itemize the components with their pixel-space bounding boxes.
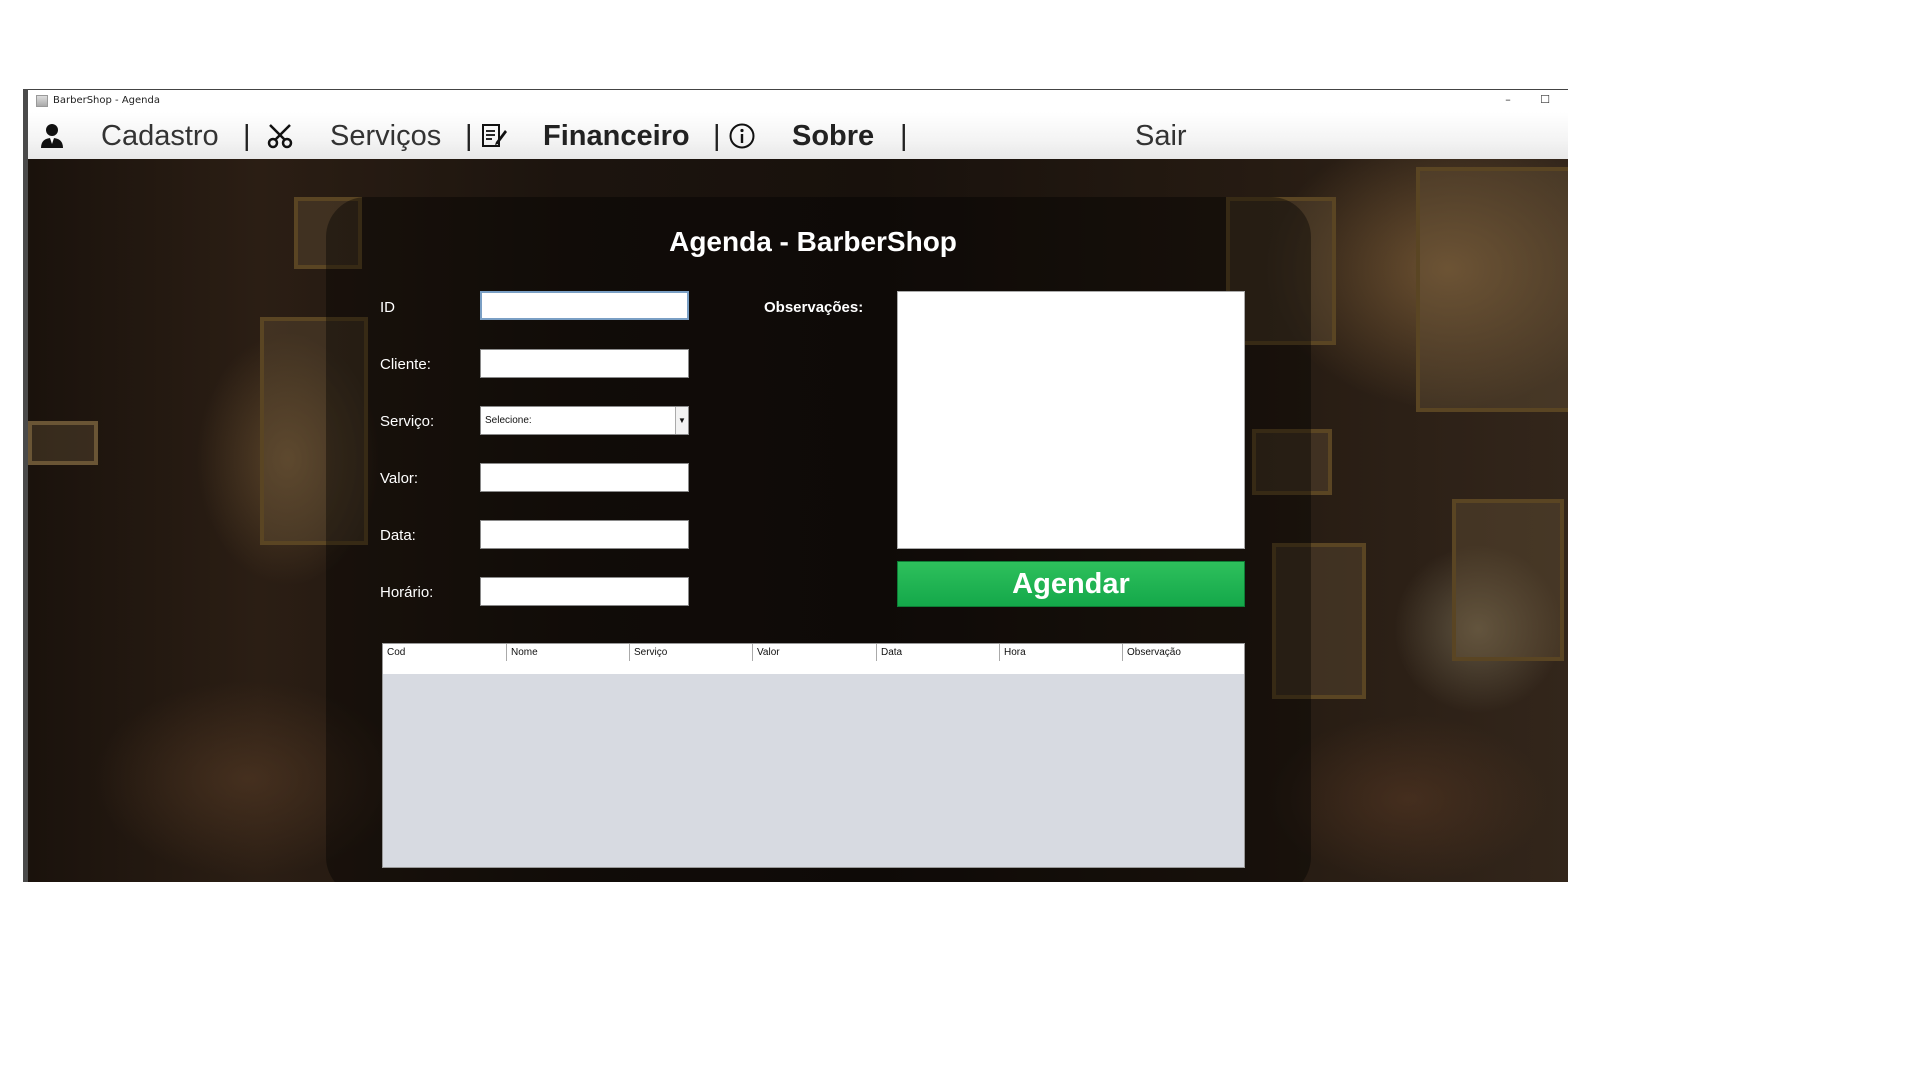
maximize-button[interactable]: ☐ [1532,93,1558,109]
scissors-icon[interactable] [266,122,294,150]
menu-separator: | [713,120,721,152]
picture-frame [1416,167,1568,412]
menu-separator: | [465,120,473,152]
info-icon[interactable] [728,122,756,150]
table-header: Cod Nome Serviço Valor Data Hora Observa… [383,644,1244,662]
data-label: Data: [380,527,416,544]
edit-document-icon[interactable] [480,122,508,150]
column-header-data[interactable]: Data [877,644,1000,661]
data-field[interactable] [480,520,689,549]
menu-financeiro[interactable]: Financeiro [543,120,690,153]
valor-label: Valor: [380,470,419,487]
cliente-field[interactable] [480,349,689,378]
id-label: ID [380,299,395,316]
minimize-button[interactable]: – [1495,93,1521,109]
menu-sair[interactable]: Sair [1135,120,1187,153]
servico-select[interactable]: Selecione: ▼ [480,406,689,435]
column-header-hora[interactable]: Hora [1000,644,1123,661]
picture-frame [1452,499,1564,661]
column-header-nome[interactable]: Nome [507,644,630,661]
app-icon [36,95,48,107]
column-header-valor[interactable]: Valor [753,644,877,661]
chevron-down-icon[interactable]: ▼ [675,407,688,434]
horario-label: Horário: [380,584,434,601]
horario-field[interactable] [480,577,689,606]
agenda-table[interactable]: Cod Nome Serviço Valor Data Hora Observa… [382,643,1245,868]
menu-sobre[interactable]: Sobre [792,120,874,153]
menu-separator: | [243,120,251,152]
column-header-cod[interactable]: Cod [383,644,507,661]
table-empty-row [383,661,1244,674]
menu-bar: Cadastro | Serviços | Financeiro | Sobre… [28,112,1568,160]
user-icon[interactable] [38,122,66,150]
valor-field[interactable] [480,463,689,492]
menu-cadastro[interactable]: Cadastro [101,120,219,153]
agendar-button[interactable]: Agendar [897,561,1245,607]
column-header-observacao[interactable]: Observação [1123,644,1244,661]
servico-selected-value: Selecione: [485,415,532,426]
servico-label: Serviço: [380,413,435,430]
menu-separator: | [900,120,908,152]
background-image: Agenda - BarberShop ID Cliente: Serviço:… [28,159,1568,882]
observacoes-textarea[interactable] [897,291,1245,549]
observacoes-label: Observações: [764,299,864,316]
menu-servicos[interactable]: Serviços [330,120,441,153]
cliente-label: Cliente: [380,356,431,373]
window-title: BarberShop - Agenda [53,95,160,106]
app-window: BarberShop - Agenda – ☐ Cadastro | Servi… [23,89,1568,882]
id-field[interactable] [480,291,689,320]
page-title: Agenda - BarberShop [669,226,957,257]
book-stack [28,421,98,465]
column-header-servico[interactable]: Serviço [630,644,753,661]
title-bar: BarberShop - Agenda – ☐ [28,89,1568,112]
